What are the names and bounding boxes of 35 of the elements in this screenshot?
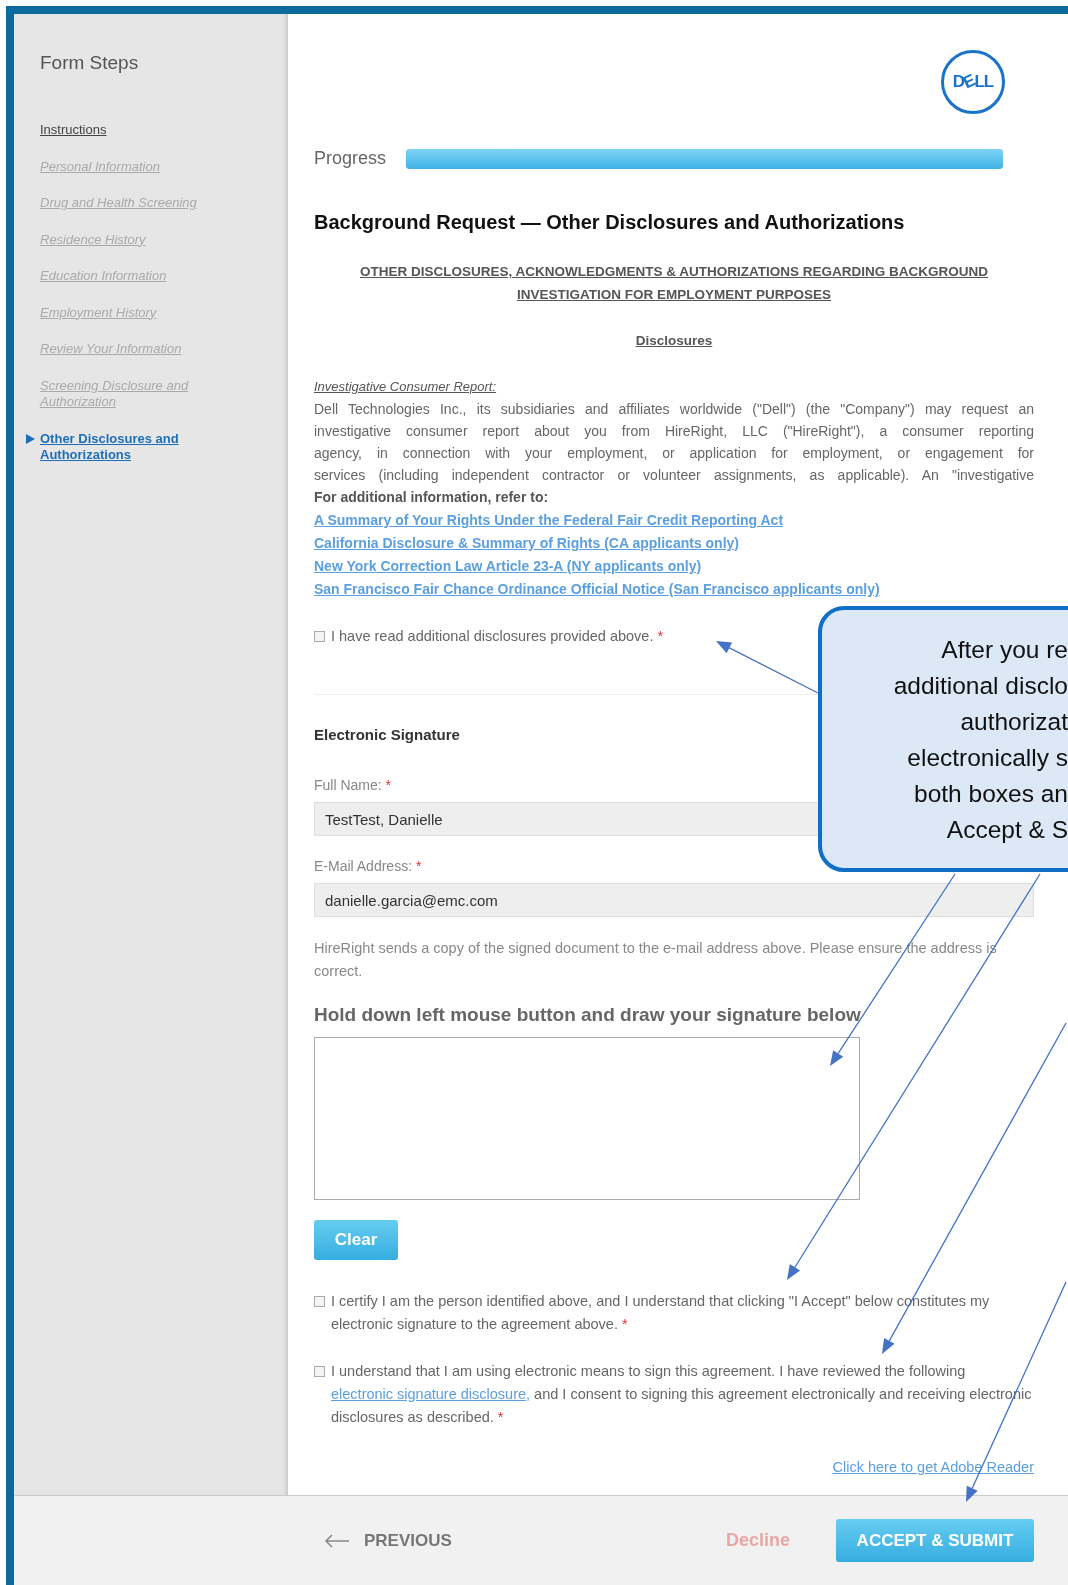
input-field[interactable]: danielle.garcia@emc.com	[314, 883, 1034, 917]
reference-link[interactable]: San Francisco Fair Chance Ordinance Official Notice (San Francisco applicants only)	[314, 578, 880, 601]
previous-button[interactable]: PREVIOUS	[324, 1530, 452, 1551]
disclosure-text: investigative consumer report about you from HireRight, LLC ("HireRight"), a consumer reporting	[314, 422, 1034, 441]
clear-button[interactable]: Clear	[314, 1220, 398, 1260]
checkbox-label: I have read additional disclosures provided above. *	[331, 627, 664, 646]
logo: DELL	[941, 50, 1005, 114]
page-title: Background Request — Other Disclosures and Authorizations	[314, 210, 906, 234]
checkbox[interactable]	[314, 1296, 325, 1307]
checkbox[interactable]	[314, 631, 325, 642]
reference-intro: For additional information, refer to:	[314, 488, 549, 507]
caret-icon	[26, 433, 35, 444]
disclosure-text: services (including independent contractor or volunteer assignments, as applicable). An "investigative	[314, 466, 1034, 485]
progress-label: Progress	[314, 148, 387, 169]
sidebar-title: Form Steps	[40, 51, 140, 75]
disclosure-text: Dell Technologies Inc., its subsidiaries and affiliates worldwide ("Dell") (the "Company") may request an	[314, 400, 1034, 419]
reference-link[interactable]: New York Correction Law Article 23-A (NY applicants only)	[314, 555, 702, 578]
section-label: Investigative Consumer Report:	[314, 378, 497, 396]
disclosure-link[interactable]: electronic signature disclosure,	[331, 1386, 531, 1402]
checkbox[interactable]	[314, 1366, 325, 1377]
sidebar-item[interactable]: Instructions	[40, 122, 107, 139]
section-title: Electronic Signature	[314, 725, 461, 745]
field-label: Full Name: *	[314, 776, 392, 795]
submit-button[interactable]: ACCEPT & SUBMIT	[836, 1519, 1034, 1562]
field-label: E-Mail Address: *	[314, 857, 422, 876]
signature-instruction: Hold down left mouse button and draw your signature below	[314, 1003, 862, 1027]
decline-link[interactable]: Decline	[725, 1530, 790, 1551]
arrow-left-icon	[324, 1533, 350, 1548]
reference-link[interactable]: California Disclosure & Summary of Rights (CA applicants only)	[314, 532, 739, 555]
document-heading: OTHER DISCLOSURES, ACKNOWLEDGMENTS & AUTHORIZATIONS REGARDING BACKGROUND INVESTIGATION FOR EMPLOYMENT PURPOSES	[359, 263, 989, 304]
reference-link[interactable]: A Summary of Your Rights Under the Federal Fair Credit Reporting Act	[314, 509, 784, 532]
adobe-reader-link[interactable]: Click here to get Adobe Reader	[832, 1456, 1034, 1479]
section-heading: Disclosures	[635, 332, 713, 350]
disclosure-text: agency, in connection with your employment, or application for employment, or engagement for	[314, 444, 1034, 463]
sidebar-item[interactable]: Other Disclosures and Authorizations	[40, 430, 210, 464]
